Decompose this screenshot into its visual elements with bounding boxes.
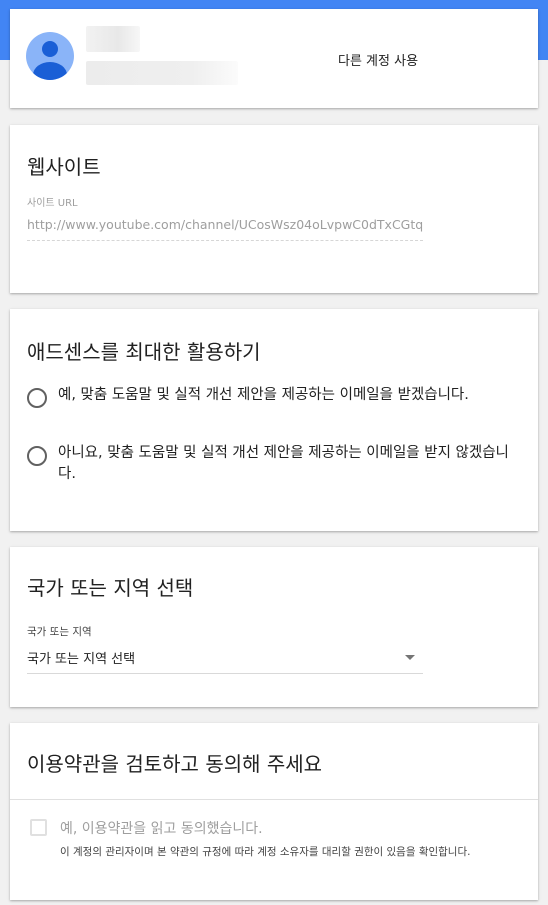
terms-agree-checkbox[interactable] [30,819,47,836]
site-url-field[interactable]: http://www.youtube.com/channel/UCosWsz04… [27,217,423,241]
country-select-value: 국가 또는 지역 선택 [27,652,136,667]
email-opt-in-yes[interactable]: 예, 맞춤 도움말 및 실적 개선 제안을 제공하는 이메일을 받겠습니다. [27,385,522,408]
dropdown-arrow-icon [405,655,415,660]
adsense-title: 애드센스를 최대한 활용하기 [27,340,261,364]
person-icon-head [42,41,58,57]
radio-label: 아니요, 맞춤 도움말 및 실적 개선 제안을 제공하는 이메일을 받지 않겠습… [58,445,509,482]
radio-button[interactable] [27,446,47,466]
country-card: 국가 또는 지역 선택 국가 또는 지역 국가 또는 지역 선택 [10,547,538,707]
country-title: 국가 또는 지역 선택 [27,576,194,600]
radio-label: 예, 맞춤 도움말 및 실적 개선 제안을 제공하는 이메일을 받겠습니다. [58,387,469,403]
site-url-label: 사이트 URL [27,198,78,209]
account-card: 다른 계정 사용 [10,9,538,108]
person-icon-body [33,62,67,80]
account-name-redacted [86,26,140,52]
avatar [26,32,74,80]
use-other-account-link[interactable]: 다른 계정 사용 [338,50,418,69]
terms-authority-note: 이 계정의 관리자이며 본 약관의 규정에 따라 계정 소유자를 대리할 권한이… [60,846,471,858]
divider [10,799,538,800]
terms-card: 이용약관을 검토하고 동의해 주세요 예, 이용약관을 읽고 동의했습니다. 이… [10,723,538,900]
radio-button[interactable] [27,388,47,408]
account-email-redacted [86,61,238,85]
terms-agree-label: 예, 이용약관을 읽고 동의했습니다. [60,821,263,837]
country-field-label: 국가 또는 지역 [27,626,92,638]
adsense-optimization-card: 애드센스를 최대한 활용하기 예, 맞춤 도움말 및 실적 개선 제안을 제공하… [10,309,538,531]
website-title: 웹사이트 [27,155,101,179]
website-card: 웹사이트 사이트 URL http://www.youtube.com/chan… [10,125,538,293]
email-opt-in-no[interactable]: 아니요, 맞춤 도움말 및 실적 개선 제안을 제공하는 이메일을 받지 않겠습… [27,443,522,485]
terms-title: 이용약관을 검토하고 동의해 주세요 [27,752,323,776]
country-select[interactable]: 국가 또는 지역 선택 [27,646,423,674]
